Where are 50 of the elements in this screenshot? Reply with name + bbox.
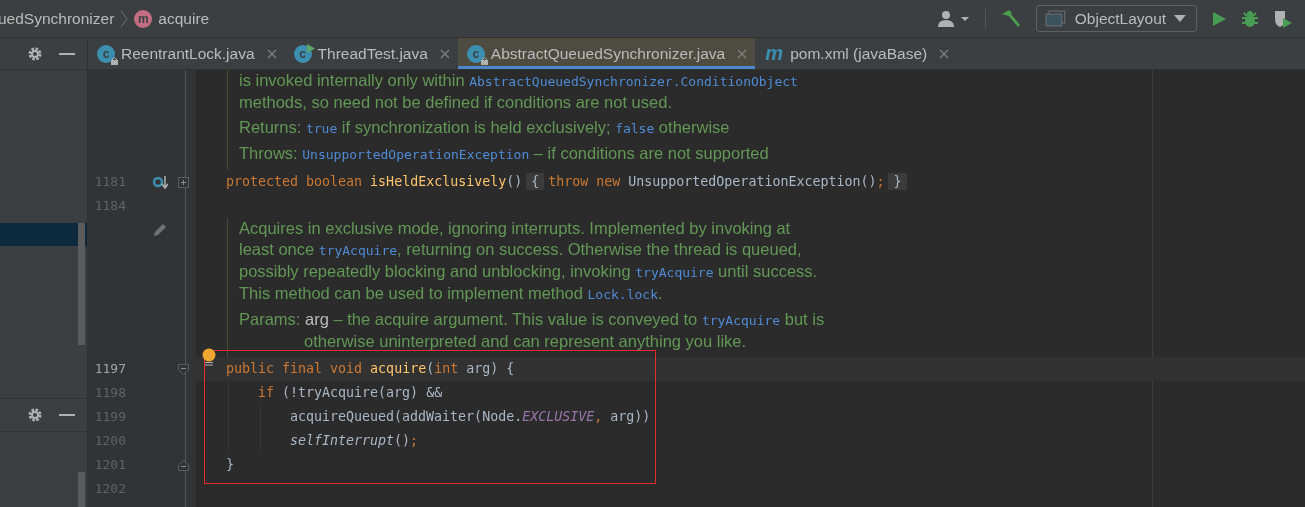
- breadcrumb[interactable]: acquire: [158, 9, 210, 28]
- doc-comment: Returns: true if synchronization is held exclusively; false otherwise: [239, 117, 731, 138]
- editor-tab[interactable]: c ThreadTest.java: [284, 38, 458, 69]
- run-configuration-dropdown[interactable]: ObjectLayout: [1036, 5, 1197, 32]
- circle-arrow-icon[interactable]: [152, 174, 168, 190]
- doc-comment: Acquires in exclusive mode, ignoring interrupts. Implemented by invoking at least once tryAcquire, returning on success. Otherwise the thread is queued, possibly repeatedly blocking and unblocking, invoking tryAcquire until success. This method can be used to implement method Lock.lock.: [239, 218, 819, 304]
- code-line: protected boolean isHeldExclusively() { throw new UnsupportedOperationException(); }: [226, 174, 911, 189]
- code-line: }: [226, 457, 234, 472]
- method-icon: m: [134, 9, 153, 28]
- close-icon[interactable]: [737, 48, 748, 59]
- lock-icon: [480, 56, 488, 65]
- code-line: selfInterrupt();: [290, 433, 419, 448]
- class-icon: c: [97, 44, 115, 63]
- close-icon[interactable]: [439, 48, 450, 59]
- chevron-icon: [120, 9, 129, 28]
- doc-comment: Throws: UnsupportedOperationException – if conditions are not supported: [239, 143, 770, 164]
- settings-icon[interactable]: [27, 45, 43, 62]
- maven-icon: m: [764, 44, 785, 63]
- code-line: public final void acquire(int arg) {: [226, 361, 515, 376]
- lock-icon: [111, 56, 118, 65]
- lightbulb-icon[interactable]: [202, 348, 216, 368]
- code-line: if (!tryAcquire(arg) &&: [258, 385, 443, 400]
- close-icon[interactable]: [939, 48, 950, 59]
- fold-plus-icon[interactable]: [177, 176, 189, 188]
- hammer-icon[interactable]: [1000, 8, 1022, 29]
- line-number: 1197: [93, 360, 126, 378]
- fold-icon[interactable]: [177, 363, 189, 375]
- caret-icon: [1174, 14, 1186, 23]
- user-icon[interactable]: [937, 9, 971, 28]
- coverage-icon[interactable]: [1273, 8, 1293, 29]
- editor-tab[interactable]: m pom.xml (javaBase): [755, 38, 958, 69]
- run-icon[interactable]: [1211, 10, 1227, 27]
- close-icon[interactable]: [266, 48, 277, 59]
- code-line: acquireQueued(addWaiter(Node.EXCLUSIVE, arg)): [290, 409, 651, 424]
- window-icon: [1045, 9, 1067, 28]
- bug-icon[interactable]: [1241, 9, 1259, 28]
- scrollbar[interactable]: [78, 472, 85, 507]
- editor-tab[interactable]: c AbstractQueuedSynchronizer.java: [457, 38, 756, 69]
- doc-comment: is invoked internally only within AbstractQueuedSynchronizer.ConditionObject methods, so need not be defined if conditions are not used.: [239, 70, 798, 113]
- doc-comment: Params: arg – the acquire argument. This value is conveyed to tryAcquire but is otherwise uninterpreted and can represent anything you like.: [239, 309, 825, 352]
- scrollbar[interactable]: [78, 223, 85, 345]
- class-icon: c: [466, 44, 485, 63]
- minimize-icon[interactable]: [59, 413, 75, 417]
- class-icon: c: [293, 44, 312, 63]
- settings-icon[interactable]: [27, 407, 43, 423]
- editor-tab[interactable]: c ReentrantLock.java: [88, 38, 285, 69]
- fold-icon[interactable]: [177, 459, 189, 471]
- pencil-icon[interactable]: [153, 223, 167, 237]
- play-icon: [306, 43, 315, 53]
- selected-tree-row[interactable]: [0, 223, 87, 246]
